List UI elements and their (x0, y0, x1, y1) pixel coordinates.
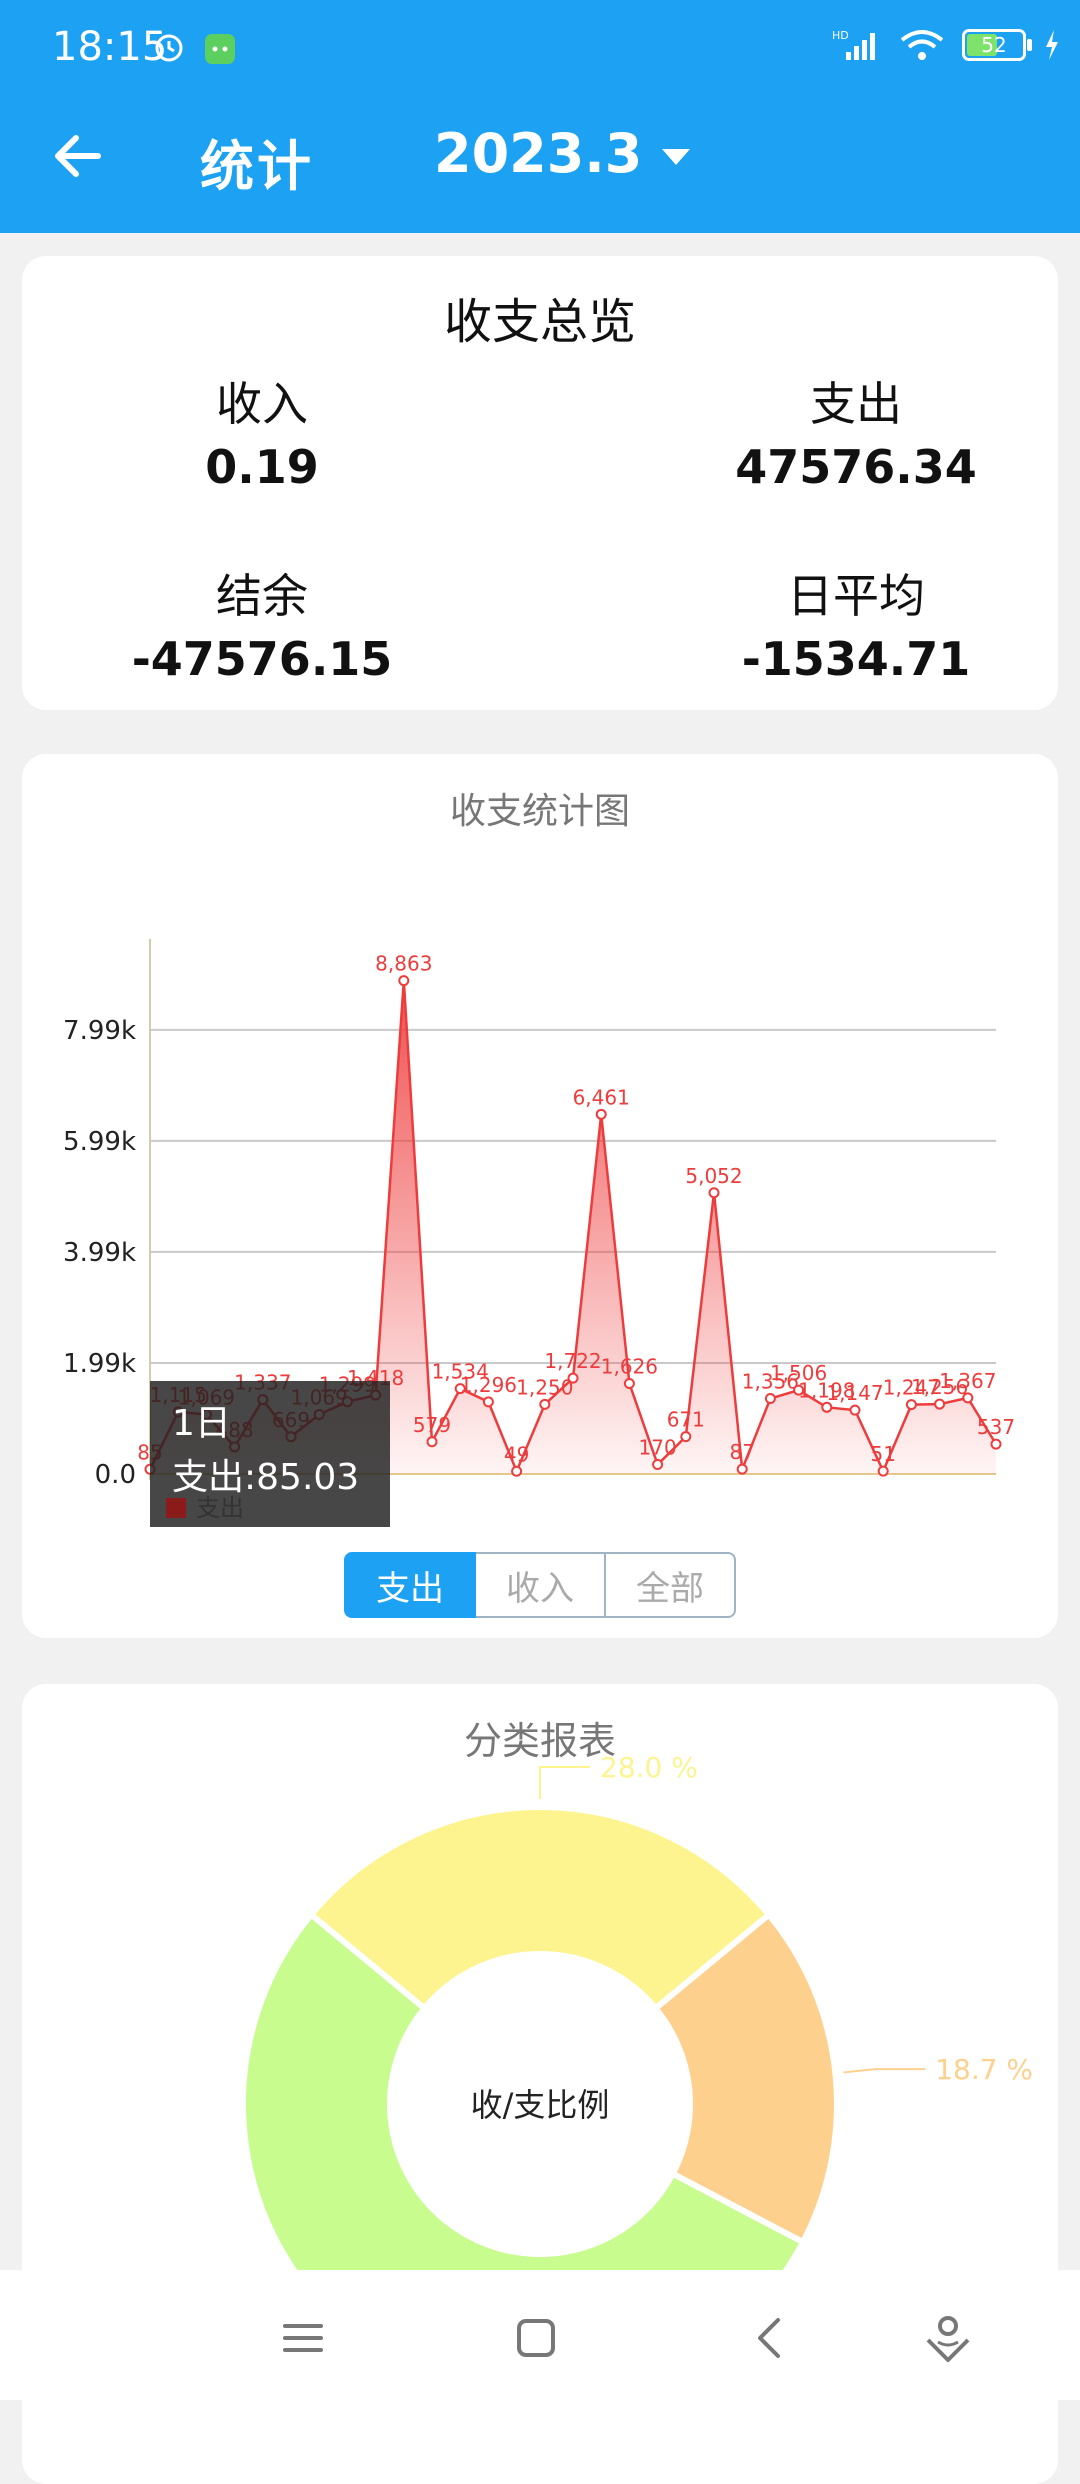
daily-average-value: -1534.71 (741, 632, 971, 686)
data-point (877, 1465, 889, 1477)
income-value: 0.19 (205, 440, 319, 494)
data-point (511, 1465, 523, 1477)
data-label: 1,626 (601, 1354, 658, 1378)
data-point (623, 1377, 635, 1389)
data-label: 8,863 (375, 952, 432, 976)
tab-all[interactable]: 全部 (604, 1552, 736, 1618)
data-point (680, 1431, 692, 1443)
data-label: 170 (639, 1436, 677, 1460)
data-label: 537 (977, 1415, 1015, 1439)
data-point (708, 1187, 720, 1199)
y-tick-label: 5.99k (63, 1127, 136, 1157)
status-right: HD 52 (832, 28, 1060, 62)
data-point (652, 1459, 664, 1471)
data-point (934, 1398, 946, 1410)
balance-value: -47576.15 (131, 632, 393, 686)
alarm-icon (155, 34, 235, 64)
data-point (398, 975, 410, 987)
pie-slice-label: 28.0 % (600, 1751, 698, 1784)
tab-income[interactable]: 收入 (476, 1552, 604, 1618)
expense-stat: 支出 47576.34 (656, 368, 1056, 494)
balance-stat: 结余 -47576.15 (62, 560, 462, 686)
overview-title: 收支总览 (443, 294, 636, 350)
data-point (539, 1398, 551, 1410)
system-nav-bar (0, 2270, 1080, 2400)
daily-average-label: 日平均 (787, 569, 925, 623)
data-point (990, 1438, 1002, 1450)
battery-level: 52 (981, 33, 1007, 57)
tab-expense[interactable]: 支出 (344, 1552, 476, 1618)
data-label: 1,296 (460, 1373, 517, 1397)
stats-chart-card: 收支统计图 0.01.99k3.99k5.99k7.99k851,1151,06… (22, 754, 1058, 1638)
y-tick-label: 7.99k (63, 1016, 136, 1046)
legend-swatch (166, 1498, 186, 1518)
data-label: 1,722 (544, 1349, 601, 1373)
chart-type-tabs: 支出 收入 全部 (344, 1552, 736, 1618)
data-label: 5,052 (685, 1164, 742, 1188)
month-label: 2023.3 (434, 122, 643, 185)
y-tick-label: 0.0 (95, 1460, 136, 1490)
tooltip-value: 支出:85.03 (172, 1457, 359, 1498)
data-label: 1,250 (516, 1375, 573, 1399)
overview-card: 收支总览 收入 0.19 支出 47576.34 结余 -47576.15 日平… (22, 256, 1058, 710)
home-square-icon[interactable] (506, 2308, 566, 2368)
income-label: 收入 (216, 377, 308, 431)
data-label: 87 (729, 1440, 754, 1464)
expense-line-chart[interactable]: 0.01.99k3.99k5.99k7.99k851,1151,0694881,… (22, 754, 1058, 1544)
data-label: 1,367 (939, 1369, 996, 1393)
expense-value: 47576.34 (735, 440, 977, 494)
donut-center-label: 收/支比例 (471, 2086, 610, 2124)
dropdown-arrow-icon (662, 148, 691, 165)
charging-icon (1046, 30, 1058, 60)
pie-slice-label: 18.7 % (935, 2053, 1033, 2086)
data-point (736, 1463, 748, 1475)
income-stat: 收入 0.19 (62, 368, 462, 494)
data-label: 6,461 (573, 1085, 630, 1109)
data-label: 671 (667, 1408, 705, 1432)
data-point (905, 1399, 917, 1411)
month-selector[interactable]: 2023.3 (434, 122, 691, 185)
app-bar: 18:15 HD 52 统计 2023.3 (0, 0, 1080, 233)
pie-leader-line (539, 1766, 590, 1799)
page-title: 统计 (200, 135, 314, 198)
y-tick-label: 1.99k (63, 1349, 136, 1379)
data-point (849, 1404, 861, 1416)
data-label: 579 (413, 1413, 451, 1437)
data-label: 49 (504, 1442, 529, 1466)
pie-leader-line (843, 2068, 926, 2074)
signal-icon: HD (832, 29, 875, 60)
balance-label: 结余 (216, 569, 308, 623)
network-label: HD (832, 29, 849, 42)
data-point (595, 1108, 607, 1120)
category-pie-chart[interactable]: 收/支比例 28.0 % 18.7 % (22, 1684, 1058, 2304)
y-tick-label: 3.99k (63, 1238, 136, 1268)
assistant-icon[interactable] (918, 2308, 978, 2368)
status-time: 18:15 (52, 24, 168, 70)
back-chevron-icon[interactable] (740, 2308, 800, 2368)
wifi-icon (900, 30, 944, 60)
status-left-icons (155, 30, 235, 74)
back-arrow-icon[interactable] (50, 128, 106, 184)
data-point (764, 1393, 776, 1405)
battery-icon: 52 (962, 29, 1032, 61)
data-point (482, 1396, 494, 1408)
data-point (567, 1372, 579, 1384)
legend-label: 支出 (196, 1494, 244, 1522)
data-label: 51 (870, 1442, 895, 1466)
menu-icon[interactable] (273, 2308, 333, 2368)
tooltip-day: 1日 (172, 1403, 231, 1444)
daily-average-stat: 日平均 -1534.71 (656, 560, 1056, 686)
data-point (962, 1392, 974, 1404)
data-point (426, 1436, 438, 1448)
expense-label: 支出 (810, 377, 902, 431)
data-label: 1,147 (826, 1381, 883, 1405)
